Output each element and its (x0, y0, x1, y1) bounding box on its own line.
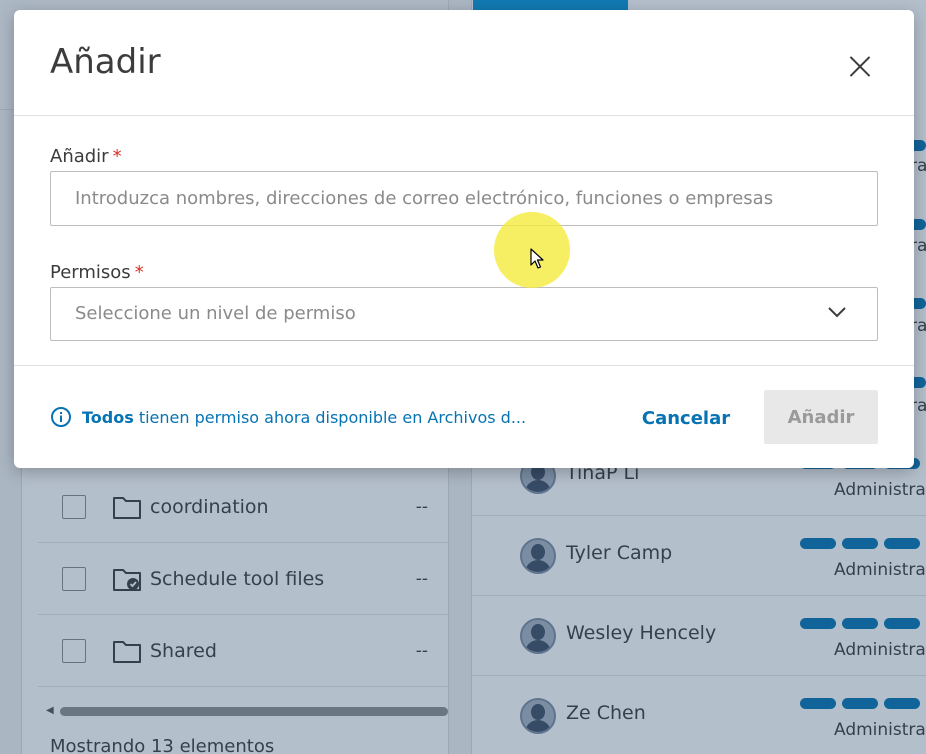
close-icon[interactable] (842, 48, 878, 84)
required-mark: * (134, 262, 144, 283)
permissions-field-label: Permisos * (50, 262, 144, 283)
info-icon (51, 407, 71, 427)
info-text: tienen permiso ahora disponible en Archi… (133, 407, 527, 427)
dialog-title: Añadir (50, 42, 161, 82)
dialog-footer: Todos tienen permiso ahora disponible en… (14, 365, 914, 468)
chevron-down-icon (828, 307, 846, 318)
dialog-header: Añadir (14, 10, 914, 116)
add-field-label: Añadir * (50, 146, 122, 167)
info-message[interactable]: Todos tienen permiso ahora disponible en… (50, 406, 526, 428)
add-button[interactable]: Añadir (764, 390, 878, 444)
select-placeholder: Seleccione un nivel de permiso (75, 303, 356, 324)
cancel-button[interactable]: Cancelar (628, 392, 744, 444)
permission-level-select[interactable]: Seleccione un nivel de permiso (50, 287, 878, 341)
info-strong-text: Todos (82, 407, 134, 427)
mouse-pointer-icon (530, 248, 544, 269)
add-members-dialog: Añadir Añadir* Permisos* Seleccione un n… (14, 10, 914, 468)
add-members-input[interactable] (50, 171, 878, 226)
required-mark: * (112, 146, 122, 167)
